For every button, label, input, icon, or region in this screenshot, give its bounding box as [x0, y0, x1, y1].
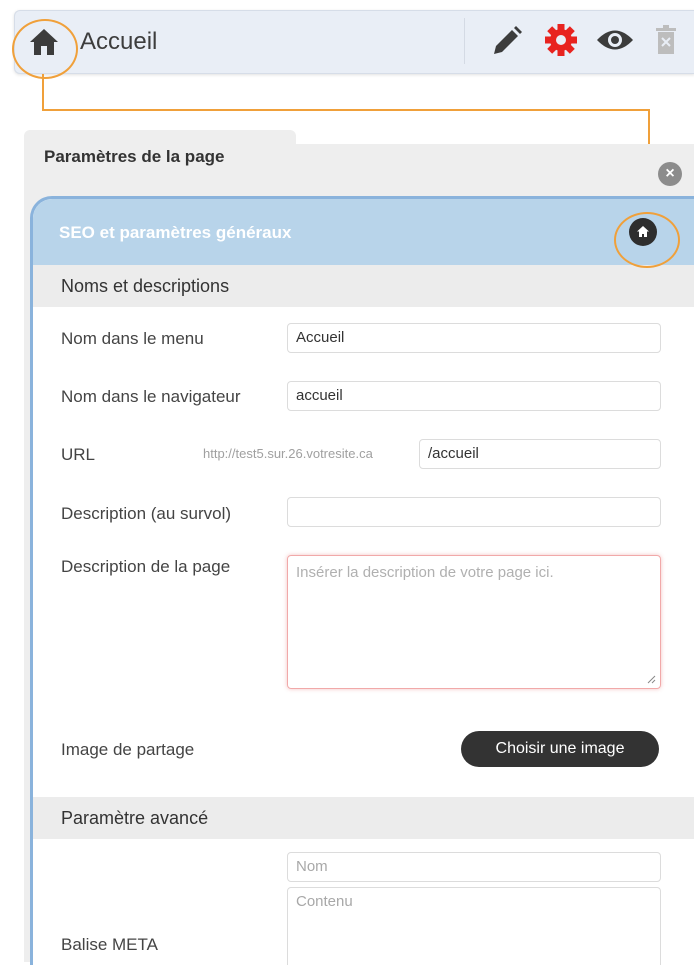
- close-icon[interactable]: ×: [658, 162, 682, 186]
- seo-home-icon-highlight: [614, 212, 680, 268]
- meta-tag-label: Balise META: [61, 935, 158, 954]
- callout-connector: [42, 74, 44, 110]
- choose-image-button[interactable]: Choisir une image: [461, 731, 659, 767]
- menu-name-input[interactable]: Accueil: [287, 323, 661, 353]
- home-icon-highlight: [12, 19, 78, 79]
- gear-icon[interactable]: [544, 23, 578, 57]
- meta-content-input[interactable]: Contenu: [287, 887, 661, 965]
- seo-section-title: SEO et paramètres généraux: [59, 223, 292, 242]
- pencil-icon[interactable]: [490, 24, 524, 58]
- names-section-title: Noms et descriptions: [61, 276, 230, 296]
- callout-connector: [42, 109, 650, 111]
- page-description-placeholder: Insérer la description de votre page ici…: [296, 564, 554, 581]
- url-input[interactable]: /accueil: [419, 439, 661, 469]
- seo-section-header: SEO et paramètres généraux: [33, 199, 694, 265]
- menu-name-label: Nom dans le menu: [61, 329, 204, 348]
- panel-title: Paramètres de la page: [44, 147, 225, 166]
- url-prefix: http://test5.sur.26.votresite.ca: [203, 446, 373, 461]
- page-description-textarea[interactable]: Insérer la description de votre page ici…: [287, 555, 661, 689]
- browser-name-input[interactable]: accueil: [287, 381, 661, 411]
- names-section-header: Noms et descriptions: [33, 265, 694, 307]
- page-description-label: Description de la page: [61, 557, 231, 576]
- eye-icon[interactable]: [596, 27, 634, 53]
- seo-settings-card: SEO et paramètres généraux Noms et descr…: [30, 196, 694, 965]
- url-label: URL: [61, 445, 96, 464]
- advanced-section-header: Paramètre avancé: [33, 797, 694, 839]
- trash-icon[interactable]: [654, 25, 678, 55]
- share-image-label: Image de partage: [61, 740, 195, 759]
- meta-name-input[interactable]: Nom: [287, 852, 661, 882]
- page-title: Accueil: [80, 28, 158, 55]
- hover-description-label: Description (au survol): [61, 504, 232, 523]
- toolbar-divider: [464, 18, 465, 64]
- advanced-section-title: Paramètre avancé: [61, 808, 209, 828]
- resize-handle-icon[interactable]: [646, 674, 656, 684]
- browser-name-label: Nom dans le navigateur: [61, 387, 241, 406]
- hover-description-input[interactable]: [287, 497, 661, 527]
